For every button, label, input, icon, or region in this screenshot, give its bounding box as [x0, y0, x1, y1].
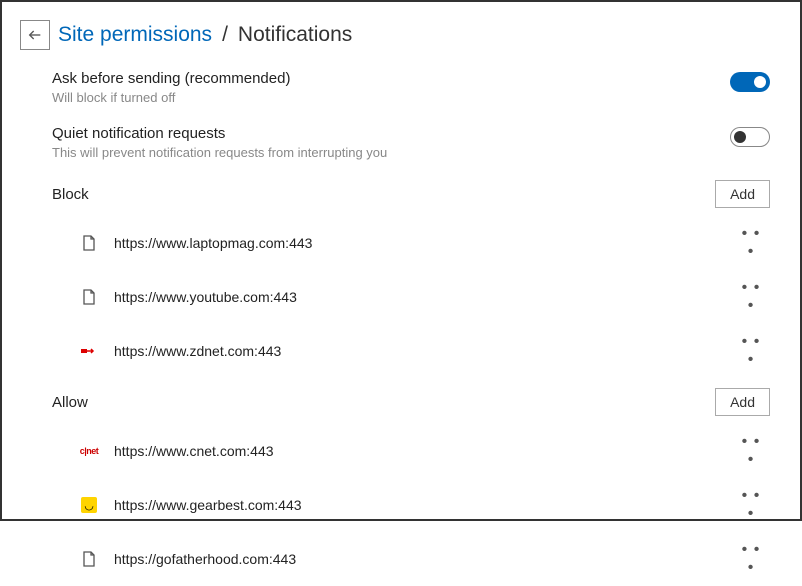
site-row: c|net https://www.cnet.com:443 • • • [52, 424, 770, 478]
block-add-button[interactable]: Add [715, 180, 770, 208]
site-more-button[interactable]: • • • [736, 541, 766, 577]
file-icon [80, 234, 98, 252]
site-more-button[interactable]: • • • [736, 333, 766, 369]
site-more-button[interactable]: • • • [736, 487, 766, 523]
site-url: https://www.youtube.com:443 [114, 289, 736, 305]
site-row: https://www.laptopmag.com:443 • • • [52, 216, 770, 270]
site-url: https://www.laptopmag.com:443 [114, 235, 736, 251]
site-row: https://www.zdnet.com:443 • • • [52, 324, 770, 378]
block-section-header: Block Add [52, 180, 770, 208]
site-url: https://www.gearbest.com:443 [114, 497, 736, 513]
block-section-title: Block [52, 186, 89, 203]
setting-title: Quiet notification requests [52, 125, 730, 142]
setting-quiet-requests: Quiet notification requests This will pr… [52, 125, 770, 160]
back-button[interactable] [20, 20, 50, 50]
allow-section-title: Allow [52, 394, 88, 411]
allow-section-header: Allow Add [52, 388, 770, 416]
site-more-button[interactable]: • • • [736, 225, 766, 261]
toggle-knob [754, 76, 766, 88]
site-more-button[interactable]: • • • [736, 433, 766, 469]
back-arrow-icon [27, 27, 43, 43]
setting-description: This will prevent notification requests … [52, 145, 730, 160]
zdnet-favicon-icon [80, 342, 98, 360]
site-more-button[interactable]: • • • [736, 279, 766, 315]
breadcrumb-current: Notifications [238, 23, 352, 47]
toggle-knob [734, 131, 746, 143]
setting-text: Ask before sending (recommended) Will bl… [52, 70, 730, 105]
cnet-favicon-icon: c|net [80, 442, 98, 460]
breadcrumb-separator: / [222, 23, 228, 47]
gearbest-favicon-icon: ◡ [80, 496, 98, 514]
site-row: ◡ https://www.gearbest.com:443 • • • [52, 478, 770, 532]
setting-ask-before-sending: Ask before sending (recommended) Will bl… [52, 70, 770, 105]
content-area: Ask before sending (recommended) Will bl… [2, 60, 800, 586]
allow-add-button[interactable]: Add [715, 388, 770, 416]
site-row: https://gofatherhood.com:443 • • • [52, 532, 770, 586]
setting-description: Will block if turned off [52, 90, 730, 105]
quiet-requests-toggle[interactable] [730, 127, 770, 147]
site-url: https://gofatherhood.com:443 [114, 551, 736, 567]
breadcrumb-parent-link[interactable]: Site permissions [58, 23, 212, 47]
ask-before-sending-toggle[interactable] [730, 72, 770, 92]
file-icon [80, 288, 98, 306]
page-header: Site permissions / Notifications [2, 2, 800, 60]
site-url: https://www.zdnet.com:443 [114, 343, 736, 359]
setting-text: Quiet notification requests This will pr… [52, 125, 730, 160]
setting-title: Ask before sending (recommended) [52, 70, 730, 87]
site-row: https://www.youtube.com:443 • • • [52, 270, 770, 324]
site-url: https://www.cnet.com:443 [114, 443, 736, 459]
file-icon [80, 550, 98, 568]
